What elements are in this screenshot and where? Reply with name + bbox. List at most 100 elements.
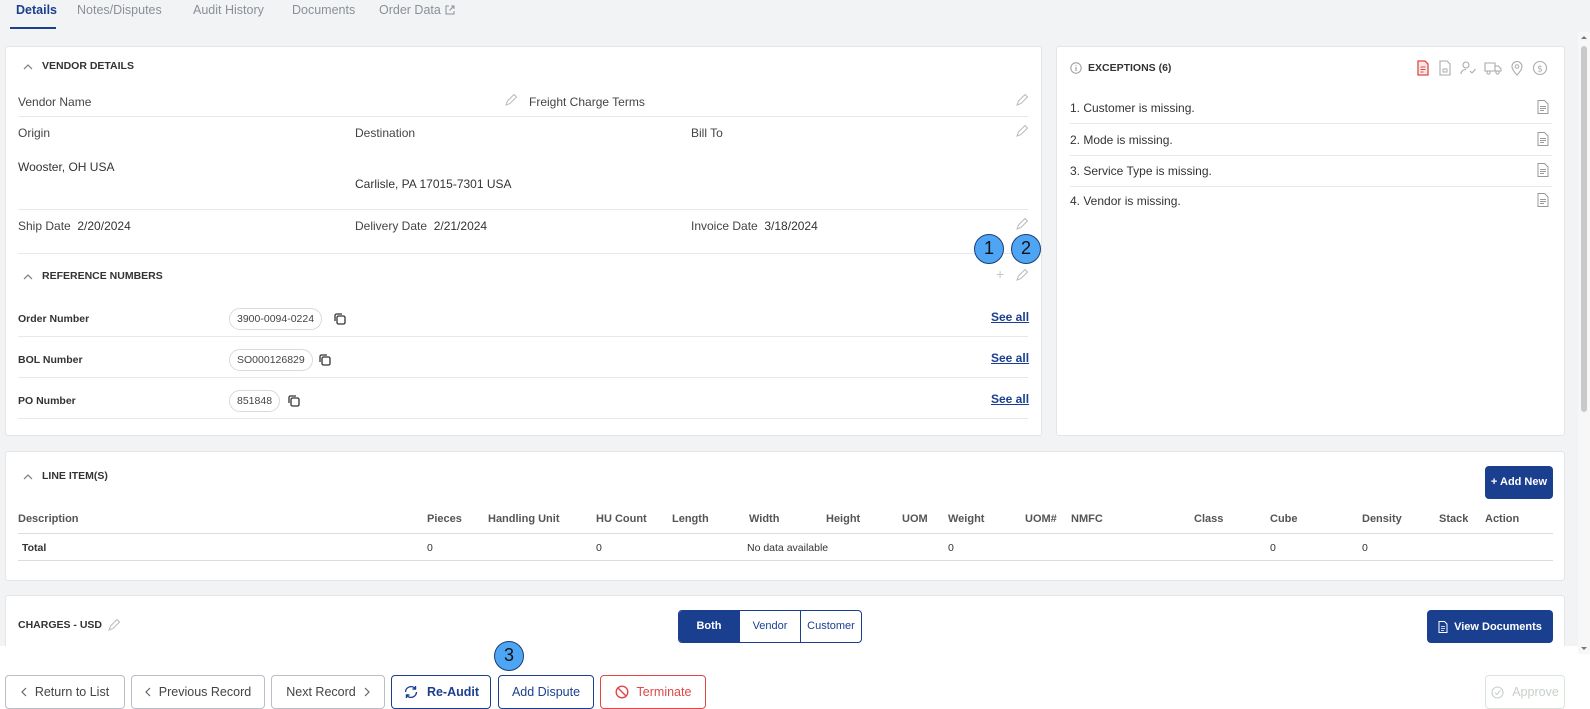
info-icon: [1070, 62, 1082, 74]
see-all-link[interactable]: See all: [991, 310, 1029, 324]
tab-details[interactable]: Details: [16, 3, 57, 17]
truck-icon[interactable]: [1484, 60, 1502, 76]
reference-edit-icon[interactable]: [1016, 269, 1028, 281]
scrollbar[interactable]: [1578, 32, 1590, 654]
total-label: Total: [22, 542, 47, 554]
see-all-link[interactable]: See all: [991, 351, 1029, 365]
file-icon[interactable]: [1438, 60, 1452, 76]
ship-date-label: Ship Date: [18, 219, 71, 233]
column-header[interactable]: UOM: [902, 513, 928, 525]
return-to-list-button[interactable]: Return to List: [5, 675, 125, 709]
annotation-marker-2: 2: [1011, 234, 1041, 264]
add-new-button[interactable]: + Add New: [1485, 466, 1553, 499]
location-pin-icon[interactable]: [1510, 60, 1524, 76]
approve-button[interactable]: Approve: [1485, 675, 1565, 709]
vendor-name-label: Vendor Name: [18, 95, 92, 109]
charges-edit-icon[interactable]: [108, 619, 121, 631]
column-header[interactable]: HU Count: [596, 513, 647, 525]
charges-header: CHARGES - USD: [18, 619, 121, 631]
document-icon[interactable]: [1537, 193, 1549, 207]
column-header[interactable]: Handling Unit: [488, 513, 560, 525]
document-icon[interactable]: [1416, 60, 1430, 76]
document-icon[interactable]: [1537, 163, 1549, 177]
person-check-icon[interactable]: [1460, 60, 1476, 76]
scroll-down-icon[interactable]: [1578, 644, 1590, 654]
next-record-button[interactable]: Next Record: [271, 675, 385, 709]
reference-numbers-title: REFERENCE NUMBERS: [42, 270, 163, 282]
tab-order-data-label: Order Data: [379, 3, 441, 17]
column-header[interactable]: Class: [1194, 513, 1223, 525]
previous-record-label: Previous Record: [158, 685, 252, 699]
divider: [18, 533, 1553, 534]
destination-value: Carlisle, PA 17015-7301 USA: [355, 177, 512, 191]
reference-label: Order Number: [18, 313, 90, 325]
dates-edit-icon[interactable]: [1016, 218, 1028, 230]
toggle-vendor[interactable]: Vendor: [739, 611, 801, 642]
copy-icon[interactable]: [318, 353, 332, 367]
divider: [1070, 155, 1552, 156]
toggle-both[interactable]: Both: [679, 611, 739, 642]
copy-icon[interactable]: [333, 312, 347, 326]
re-audit-button[interactable]: Re-Audit: [391, 675, 491, 709]
reference-value-pill: 3900-0094-0224: [229, 308, 323, 330]
annotation-marker-3: 3: [494, 641, 524, 671]
tab-notes-disputes[interactable]: Notes/Disputes: [77, 3, 162, 17]
scroll-up-icon[interactable]: [1578, 32, 1590, 42]
line-items-header[interactable]: LINE ITEM(S): [22, 470, 108, 482]
terminate-label: Terminate: [636, 685, 692, 699]
exceptions-header: EXCEPTIONS (6): [1070, 62, 1171, 74]
column-header[interactable]: Stack: [1439, 513, 1468, 525]
column-header[interactable]: Description: [18, 513, 79, 525]
freight-terms-edit-icon[interactable]: [1016, 94, 1028, 106]
view-documents-button[interactable]: View Documents: [1427, 610, 1553, 643]
column-header[interactable]: Density: [1362, 513, 1402, 525]
vendor-details-header[interactable]: VENDOR DETAILS: [22, 60, 134, 72]
chevron-left-icon: [20, 687, 27, 697]
add-dispute-button[interactable]: Add Dispute: [498, 675, 594, 709]
dollar-icon[interactable]: $: [1532, 60, 1548, 76]
column-header[interactable]: Action: [1485, 513, 1519, 525]
column-header[interactable]: Width: [749, 513, 779, 525]
copy-icon[interactable]: [287, 394, 301, 408]
next-record-label: Next Record: [286, 685, 356, 699]
column-header[interactable]: Weight: [948, 513, 984, 525]
column-header[interactable]: UOM#: [1025, 513, 1057, 525]
scrollbar-thumb[interactable]: [1581, 46, 1587, 412]
exception-item: 3. Service Type is missing.: [1070, 164, 1212, 178]
column-header[interactable]: Pieces: [427, 513, 462, 525]
divider: [18, 253, 1028, 254]
total-hu-count: 0: [596, 542, 602, 554]
destination-label: Destination: [355, 126, 416, 140]
divider: [1070, 186, 1552, 187]
document-icon[interactable]: [1537, 100, 1549, 114]
document-icon[interactable]: [1537, 132, 1549, 146]
prohibited-icon: [615, 685, 629, 699]
total-cube: 0: [1270, 542, 1276, 554]
bill-to-edit-icon[interactable]: [1016, 125, 1028, 137]
approve-label: Approve: [1512, 685, 1559, 699]
add-reference-button[interactable]: +: [996, 266, 1004, 282]
exception-filter-icons: $: [1416, 60, 1548, 76]
vendor-details-title: VENDOR DETAILS: [42, 60, 134, 72]
origin-label: Origin: [18, 126, 51, 140]
delivery-date-value: 2/21/2024: [433, 219, 488, 233]
tab-documents[interactable]: Documents: [292, 3, 355, 17]
origin-value: Wooster, OH USA: [18, 160, 115, 174]
see-all-link[interactable]: See all: [991, 392, 1029, 406]
previous-record-button[interactable]: Previous Record: [131, 675, 265, 709]
tab-audit-history[interactable]: Audit History: [193, 3, 264, 17]
reference-numbers-header[interactable]: REFERENCE NUMBERS: [22, 270, 163, 282]
vendor-name-edit-icon[interactable]: [505, 94, 517, 106]
column-header[interactable]: Cube: [1270, 513, 1298, 525]
column-header[interactable]: NMFC: [1071, 513, 1103, 525]
column-header[interactable]: Height: [826, 513, 860, 525]
terminate-button[interactable]: Terminate: [600, 675, 706, 709]
charges-view-toggle: Both Vendor Customer: [678, 610, 862, 643]
active-tab-indicator: [10, 27, 56, 29]
toggle-customer[interactable]: Customer: [801, 611, 861, 642]
tab-order-data[interactable]: Order Data: [379, 3, 455, 17]
divider: [18, 116, 1028, 117]
column-header[interactable]: Length: [672, 513, 709, 525]
chevron-up-icon: [23, 474, 33, 480]
tab-bar: Details Notes/Disputes Audit History Doc…: [0, 0, 1590, 32]
